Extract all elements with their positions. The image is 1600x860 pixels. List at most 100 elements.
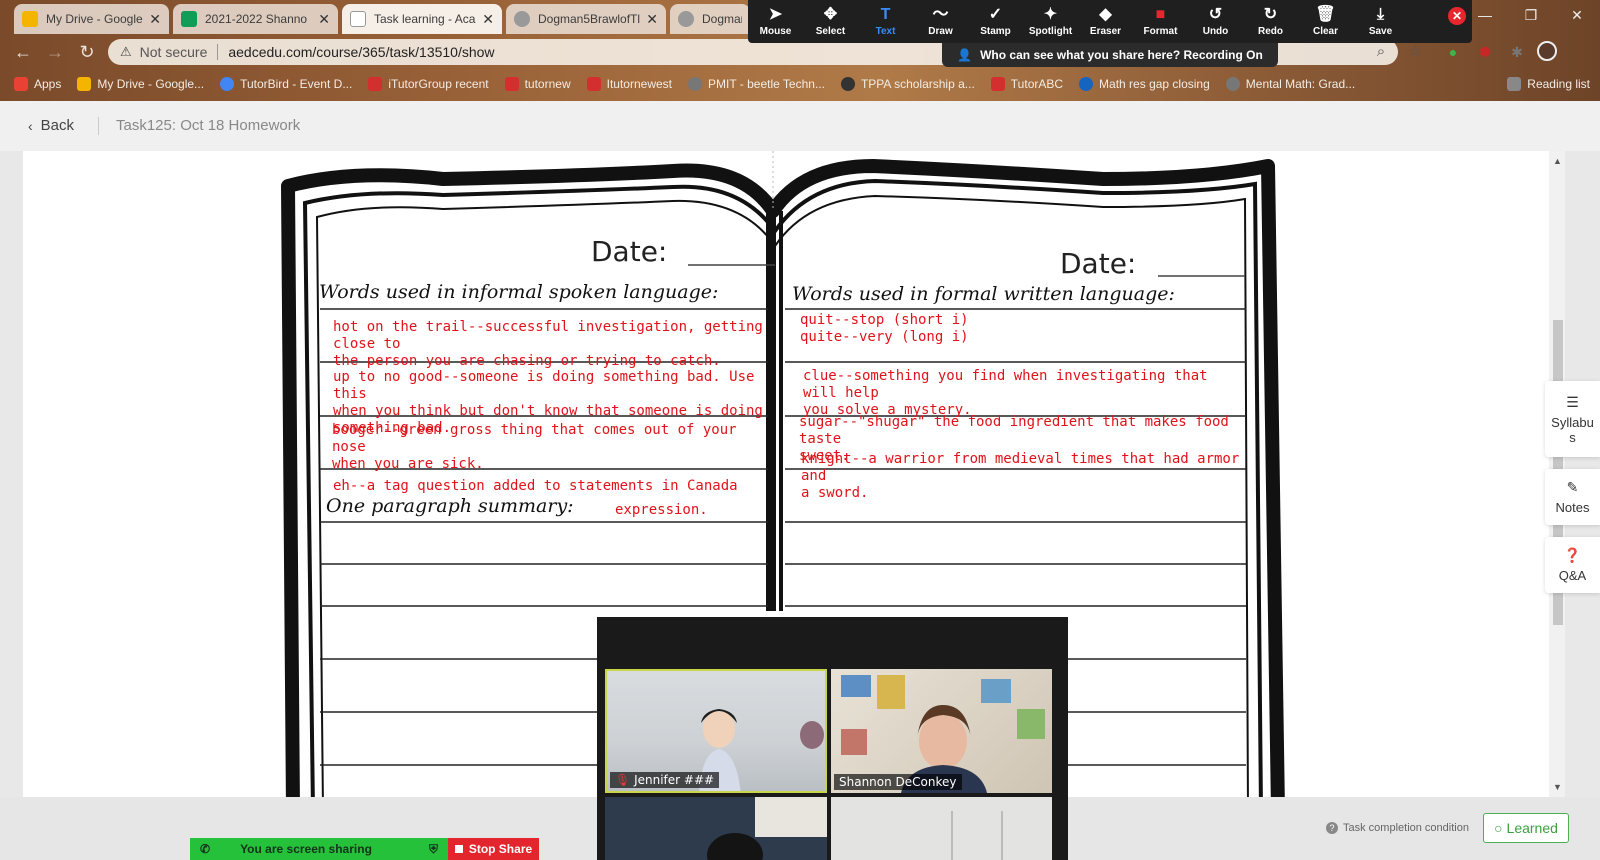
apps-grid-icon <box>14 77 28 91</box>
close-icon[interactable]: ✕ <box>646 11 658 28</box>
video-tile-shannon[interactable]: Shannon DeConkey <box>831 669 1052 793</box>
tab-sheets[interactable]: 2021-2022 Shanno ✕ <box>173 4 338 34</box>
bookmark-itutornewest[interactable]: Itutornewest <box>586 77 672 91</box>
forward-arrow-icon[interactable]: → <box>44 41 66 63</box>
scroll-up-arrow-icon[interactable]: ▲ <box>1553 156 1562 166</box>
bookmark-math-res[interactable]: Math res gap closing <box>1079 77 1210 91</box>
chevron-left-icon: ‹ <box>28 117 33 134</box>
muted-mic-icon: 🎙 <box>615 773 631 787</box>
screen-share-bar: ✆ You are screen sharing ⛨ Stop Share <box>190 838 539 860</box>
question-icon: ❓ <box>1563 547 1582 563</box>
formal-entry-4: knight--a warrior from medieval times th… <box>801 451 1240 501</box>
annotate-tool-select[interactable]: ✥ Select <box>803 0 858 43</box>
bookmark-tutorbird[interactable]: TutorBird - Event D... <box>220 77 352 91</box>
informal-entry-4: eh--a tag question added to statements i… <box>333 478 738 494</box>
syllabus-button[interactable]: ☰ Syllabus <box>1545 381 1600 457</box>
notes-button[interactable]: ✎ Notes <box>1545 469 1600 525</box>
video-tile-4[interactable] <box>831 797 1052 860</box>
window-controls: — ❐ ✕ <box>1462 0 1600 30</box>
close-icon[interactable]: ✕ <box>149 11 161 28</box>
extension-icon[interactable]: ● <box>1442 41 1464 63</box>
page-header: ‹ Back Task125: Oct 18 Homework <box>0 101 1600 151</box>
annotate-tool-save[interactable]: ⤓ Save <box>1353 0 1408 43</box>
close-icon[interactable]: ✕ <box>318 11 330 28</box>
close-annotation-icon[interactable]: ✕ <box>1448 7 1466 25</box>
recording-banner[interactable]: 👤 Who can see what you share here? Recor… <box>942 43 1278 67</box>
star-icon[interactable]: ☆ <box>1404 41 1426 63</box>
zoom-icon[interactable]: ⌕ <box>1370 41 1392 63</box>
participant-name: 🎙 Jennifer ### <box>610 772 720 788</box>
bookmark-mental-math[interactable]: Mental Math: Grad... <box>1225 77 1355 91</box>
back-button[interactable]: ‹ Back <box>28 117 74 134</box>
bookmark-apps[interactable]: Apps <box>14 77 61 91</box>
video-tile-jennifer[interactable]: 🎙 Jennifer ### <box>605 669 827 793</box>
annotation-toolbar: ➤ Mouse ✥ Select T Text 〜 Draw ✓ Stamp ✦ Spotlight ◆… <box>748 0 1472 43</box>
help-icon: ? <box>1326 822 1338 834</box>
pencil-icon: ✎ <box>1566 479 1579 495</box>
cursor-icon: ➤ <box>768 6 783 23</box>
stop-share-button[interactable]: Stop Share <box>448 838 539 860</box>
format-icon: ■ <box>1155 6 1166 23</box>
annotate-tool-undo[interactable]: ↺ Undo <box>1188 0 1243 43</box>
globe-icon <box>688 77 702 91</box>
screen-sharing-status[interactable]: ✆ You are screen sharing ⛨ <box>190 838 448 860</box>
task-completion-condition[interactable]: ? Task completion condition <box>1326 822 1469 834</box>
warning-icon[interactable]: ⚠ <box>120 44 132 60</box>
bookmark-itutorgroup[interactable]: iTutorGroup recent <box>368 77 489 91</box>
page-title: Task125: Oct 18 Homework <box>116 117 301 134</box>
annotate-tool-mouse[interactable]: ➤ Mouse <box>748 0 803 43</box>
close-window-icon[interactable]: ✕ <box>1554 0 1600 30</box>
list-icon: ☰ <box>1566 393 1579 410</box>
bookmark-tppa[interactable]: TPPA scholarship a... <box>840 77 975 91</box>
tab-dogman-1[interactable]: Dogman5BrawlofTl ✕ <box>506 4 666 34</box>
globe-icon <box>514 11 530 27</box>
restore-icon[interactable]: ❐ <box>1508 0 1554 30</box>
qa-button[interactable]: ❓ Q&A <box>1545 537 1600 593</box>
tab-my-drive[interactable]: My Drive - Google ✕ <box>14 4 169 34</box>
annotate-tool-text[interactable]: T Text <box>858 0 913 43</box>
informal-entry-1: hot on the trail--successful investigati… <box>333 319 763 369</box>
url-text[interactable]: aedcedu.com/course/365/task/13510/show <box>228 44 494 60</box>
security-label: Not secure <box>139 44 208 60</box>
date-label-right: Date: <box>1060 247 1137 280</box>
close-icon[interactable]: ✕ <box>482 11 494 28</box>
annotate-tool-draw[interactable]: 〜 Draw <box>913 0 968 43</box>
person-icon: 👤 <box>957 48 973 62</box>
scroll-down-arrow-icon[interactable]: ▼ <box>1553 782 1562 792</box>
annotate-tool-format[interactable]: ■ Format <box>1133 0 1188 43</box>
annotate-tool-clear[interactable]: 🗑 Clear <box>1298 0 1353 43</box>
bookmark-tutornew[interactable]: tutornew <box>504 77 571 91</box>
reading-list[interactable]: Reading list <box>1507 77 1590 91</box>
bookmark-tutorabc[interactable]: TutorABC <box>990 77 1063 91</box>
participant-video <box>831 797 1052 860</box>
avatar[interactable] <box>1536 41 1558 63</box>
annotate-tool-stamp[interactable]: ✓ Stamp <box>968 0 1023 43</box>
globe-icon <box>1225 77 1240 91</box>
undo-icon: ↺ <box>1208 6 1223 23</box>
informal-entry-3: booger--green gross thing that comes out… <box>332 422 737 472</box>
bookmark-pmit[interactable]: PMIT - beetle Techn... <box>688 77 825 91</box>
ublock-icon[interactable]: ⬢ <box>1474 41 1496 63</box>
annotate-tool-redo[interactable]: ↻ Redo <box>1243 0 1298 43</box>
phone-icon: ✆ <box>200 842 211 856</box>
date-label-left: Date: <box>591 235 668 268</box>
bookmarks-bar: Apps My Drive - Google... TutorBird - Ev… <box>0 70 1600 98</box>
save-icon: ⤓ <box>1376 6 1385 23</box>
seal-icon <box>840 77 855 91</box>
puzzle-icon[interactable]: ✱ <box>1506 41 1528 63</box>
video-tile-3[interactable] <box>605 797 827 860</box>
back-arrow-icon[interactable]: ← <box>12 41 34 63</box>
divider <box>217 44 219 60</box>
site-icon <box>350 11 366 27</box>
tab-dogman-2[interactable]: Dogman <box>670 4 750 34</box>
reload-icon[interactable]: ↻ <box>76 41 98 63</box>
draw-icon: 〜 <box>932 6 949 23</box>
video-gallery[interactable]: 🎙 Jennifer ### Shannon DeConkey <box>597 617 1068 860</box>
annotate-tool-eraser[interactable]: ◆ Eraser <box>1078 0 1133 43</box>
trash-icon: 🗑 <box>1315 6 1336 23</box>
bookmark-my-drive[interactable]: My Drive - Google... <box>77 77 204 91</box>
learned-button[interactable]: ○ Learned <box>1483 813 1569 843</box>
select-icon: ✥ <box>823 6 838 23</box>
tab-task-learning[interactable]: Task learning - Aca ✕ <box>342 4 502 34</box>
annotate-tool-spotlight[interactable]: ✦ Spotlight <box>1023 0 1078 43</box>
